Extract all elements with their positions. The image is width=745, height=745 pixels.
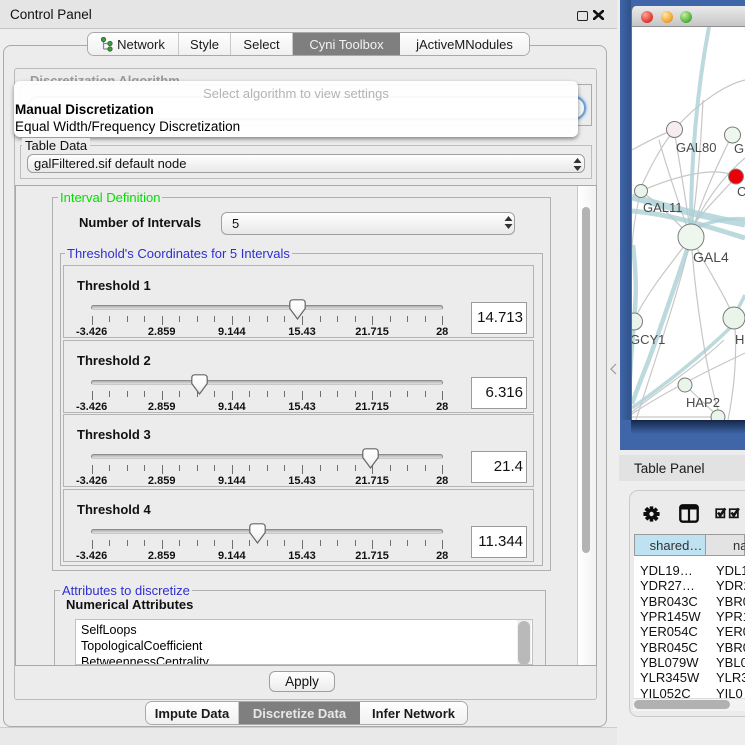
svg-text:H: H <box>735 332 744 347</box>
svg-text:GAL11: GAL11 <box>643 200 683 215</box>
svg-text:GAL4: GAL4 <box>693 249 729 265</box>
svg-text:C: C <box>737 184 745 199</box>
svg-text:GAL80: GAL80 <box>676 140 716 155</box>
svg-text:GCY1: GCY1 <box>632 332 665 347</box>
svg-text:HAP2: HAP2 <box>686 395 720 410</box>
svg-text:G.: G. <box>734 141 745 156</box>
